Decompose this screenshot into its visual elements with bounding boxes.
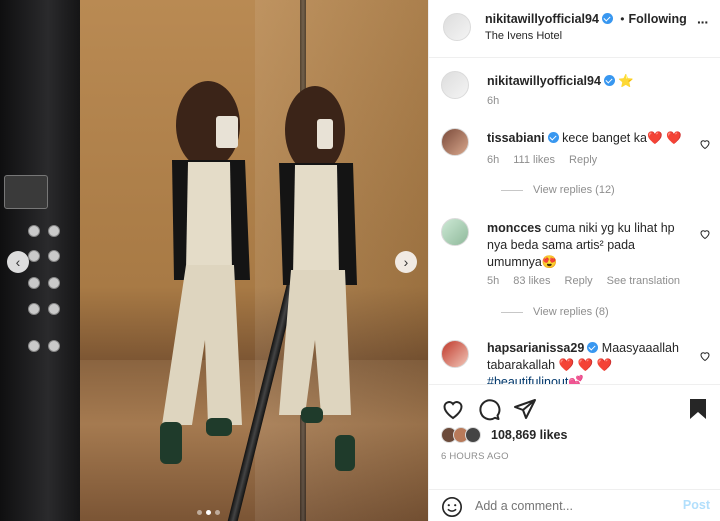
comment-likes[interactable]: 111 likes [513, 154, 555, 166]
comment-item: moncces cuma niki yg ku lihat hp nya bed… [441, 218, 711, 328]
comment-meta: 5h 83 likes Reply See translation [487, 275, 680, 287]
carousel-dot [215, 510, 220, 515]
bookmark-icon[interactable] [688, 397, 708, 421]
post-comment-button[interactable]: Post [683, 498, 710, 512]
liked-by-avatars[interactable] [441, 427, 489, 445]
like-heart-icon[interactable] [441, 397, 465, 421]
heart-emoji: ❤️ ❤️ [646, 131, 682, 145]
post-age[interactable]: 6 HOURS AGO [441, 451, 509, 462]
verified-icon [603, 75, 615, 86]
person-reflection [279, 86, 357, 471]
commenter-avatar[interactable] [441, 340, 469, 368]
more-options-icon[interactable]: ··· [697, 14, 709, 30]
elevator-button-panel [28, 95, 78, 365]
comment-like-heart-icon[interactable] [699, 228, 711, 240]
person-figure [160, 81, 250, 464]
emoji-smiley-icon[interactable] [441, 496, 463, 518]
comments-list: nikitawillyofficial94 ⭐ 6h tissabiani ke… [429, 58, 720, 384]
carousel-dot-active [206, 510, 211, 515]
verified-icon [547, 132, 559, 143]
comment-item: hapsarianissa29 Maasyaaallah tabarakalla… [441, 340, 711, 384]
author-avatar[interactable] [443, 13, 471, 41]
hashtag-link[interactable]: #beautifulinout [487, 375, 568, 384]
carousel-next-button[interactable]: › [395, 251, 417, 273]
view-replies-button[interactable]: View replies (12) [501, 184, 615, 196]
likes-count[interactable]: 108,869 likes [491, 428, 567, 442]
caption-meta: 6h [487, 95, 499, 107]
comment-text: kece banget ka [562, 131, 647, 145]
commenter-avatar[interactable] [441, 218, 469, 246]
comment-like-heart-icon[interactable] [699, 138, 711, 150]
comment-meta: 6h 111 likes Reply [487, 154, 597, 166]
share-send-icon[interactable] [513, 397, 537, 421]
post-header: nikitawillyofficial94 • Following The Ive… [429, 0, 720, 58]
caption-item: nikitawillyofficial94 ⭐ 6h [441, 71, 711, 111]
post-actions: 108,869 likes 6 HOURS AGO [429, 384, 720, 470]
verified-icon [601, 13, 613, 24]
heart-eyes-emoji: 😍 [541, 255, 558, 269]
comment-likes[interactable]: 83 likes [513, 275, 550, 287]
comment-bubble-icon[interactable] [477, 397, 501, 421]
see-translation-button[interactable]: See translation [607, 275, 680, 287]
add-comment-bar: Post [429, 489, 720, 521]
author-username[interactable]: nikitawillyofficial94 [485, 12, 599, 26]
comment-username[interactable]: tissabiani [487, 131, 545, 145]
view-replies-label: View replies (12) [533, 184, 615, 196]
post-location[interactable]: The Ivens Hotel [485, 30, 562, 42]
chevron-left-icon: ‹ [15, 254, 21, 270]
carousel-dot [197, 510, 202, 515]
caption-username[interactable]: nikitawillyofficial94 [487, 74, 601, 88]
commenter-avatar[interactable] [441, 128, 469, 156]
author-avatar[interactable] [441, 71, 469, 99]
comment-time: 5h [487, 275, 500, 287]
chevron-right-icon: › [403, 254, 409, 270]
comment-time: 6h [487, 154, 500, 166]
view-replies-button[interactable]: View replies (8) [501, 306, 609, 318]
view-replies-label: View replies (8) [533, 306, 609, 318]
caption-time: 6h [487, 95, 500, 107]
comment-input[interactable] [475, 496, 665, 516]
separator-dot: • [620, 12, 625, 26]
comment-username[interactable]: moncces [487, 221, 541, 235]
reply-button[interactable]: Reply [569, 154, 597, 166]
comment-like-heart-icon[interactable] [699, 350, 711, 362]
comment-item: tissabiani kece banget ka❤️ ❤️ 6h 111 li… [441, 128, 711, 208]
heart-emoji: 💕 [568, 375, 584, 384]
reply-button[interactable]: Reply [565, 275, 593, 287]
post-photo[interactable]: ‹ › [0, 0, 428, 521]
post-sidebar: nikitawillyofficial94 • Following The Ive… [428, 0, 720, 521]
star-emoji: ⭐ [618, 74, 634, 88]
verified-icon [587, 342, 599, 353]
comment-username[interactable]: hapsarianissa29 [487, 341, 584, 355]
carousel-dots [197, 510, 220, 515]
carousel-prev-button[interactable]: ‹ [7, 251, 29, 273]
heart-emoji: ❤️ ❤️ ❤️ [558, 358, 613, 372]
following-button[interactable]: Following [628, 12, 686, 26]
